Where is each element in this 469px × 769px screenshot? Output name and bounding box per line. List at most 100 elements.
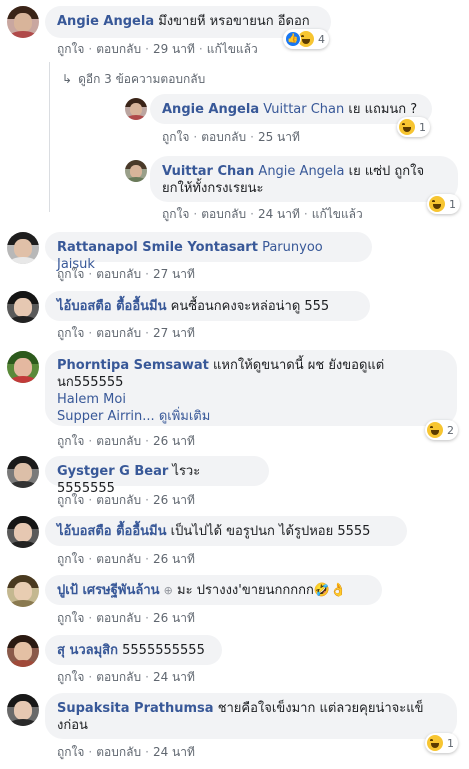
comment-bubble: ปูเป้ เศรษฐีพันล้าน ⊕ มะ ปรางงง'ขายนกกกก… <box>45 575 382 605</box>
reply-bubble: Vuittar Chan Angie Angela เย แซ่ป ถูกใจ … <box>150 156 458 202</box>
comment-author[interactable]: Rattanapol Smile Yontasart <box>57 240 258 255</box>
comment-bubble: สุ นวลมุสิก 5555555555 <box>45 635 222 665</box>
reply-arrow-icon: ↳ <box>62 72 73 86</box>
timestamp[interactable]: 29 นาที <box>153 42 195 56</box>
timestamp[interactable]: 27 นาที <box>153 326 195 340</box>
reaction-badge[interactable]: 1 <box>427 194 460 214</box>
avatar[interactable] <box>7 456 39 488</box>
avatar[interactable] <box>7 516 39 548</box>
mention-link[interactable]: Halem Moi <box>57 392 126 407</box>
reply-link[interactable]: ตอบกลับ <box>201 130 246 144</box>
comment-text-line2: ยกให้ทั้งกรงเรยนะ <box>162 181 264 196</box>
timestamp[interactable]: 24 นาที <box>258 207 300 221</box>
comment-author[interactable]: ไอ้บอสตือ ตื้ออื้นมีน <box>57 524 167 539</box>
reaction-badge[interactable]: 1 <box>425 733 458 753</box>
comment-text: 5555555555 <box>122 643 205 658</box>
reaction-badge[interactable]: 1 <box>397 117 430 137</box>
comment-text: คนซื้อนกคงจะหล่อน่าดู 555 <box>170 299 330 314</box>
like-link[interactable]: ถูกใจ <box>57 552 84 566</box>
comment-author[interactable]: Gystger G Bear <box>57 464 168 479</box>
comment-author[interactable]: Angie Angela <box>57 14 154 29</box>
like-link[interactable]: ถูกใจ <box>162 207 189 221</box>
timestamp[interactable]: 24 นาที <box>153 670 195 684</box>
edited-link[interactable]: แก้ไขแล้ว <box>207 42 258 56</box>
timestamp[interactable]: 26 นาที <box>153 552 195 566</box>
avatar[interactable] <box>7 232 39 264</box>
haha-icon <box>399 119 415 135</box>
comment-text: แหกให้ดูขนาดนี้ ผช ยังขอดูแต่ <box>213 358 385 373</box>
comment-text-line2: นก555555 <box>57 375 124 390</box>
avatar[interactable] <box>7 6 39 38</box>
reply-link[interactable]: ตอบกลับ <box>96 552 141 566</box>
reply-link[interactable]: ตอบกลับ <box>96 434 141 448</box>
like-link[interactable]: ถูกใจ <box>57 267 84 281</box>
reaction-badge[interactable]: 2 <box>425 420 458 440</box>
like-icon: 👍 <box>285 31 301 47</box>
timestamp[interactable]: 26 นาที <box>153 434 195 448</box>
comment-author[interactable]: Phorntipa Semsawat <box>57 358 209 373</box>
timestamp[interactable]: 26 นาที <box>153 611 195 625</box>
comment-text: ชายคือใจเข็งมาก แต่ลวยคุยน่าจะแข็ <box>217 701 424 716</box>
like-link[interactable]: ถูกใจ <box>57 42 84 56</box>
timestamp[interactable]: 24 นาที <box>153 745 195 759</box>
like-link[interactable]: ถูกใจ <box>57 326 84 340</box>
comment-bubble: ไอ้บอสตือ ตื้ออื้นมีน เป็นไปได้ ขอรูปนก … <box>45 516 407 546</box>
globe-icon: ⊕ <box>163 584 173 597</box>
timestamp[interactable]: 26 นาที <box>153 493 195 507</box>
reply-link[interactable]: ตอบกลับ <box>96 326 141 340</box>
avatar[interactable] <box>7 694 39 726</box>
reaction-badge[interactable]: 👍 4 <box>283 29 329 49</box>
reaction-count: 4 <box>318 32 325 46</box>
avatar[interactable] <box>125 98 147 120</box>
reply-link[interactable]: ตอบกลับ <box>96 745 141 759</box>
avatar[interactable] <box>7 351 39 383</box>
see-more-link[interactable]: ดูเพิ่มเติม <box>159 409 210 424</box>
reaction-count: 1 <box>449 197 456 211</box>
like-link[interactable]: ถูกใจ <box>57 434 84 448</box>
like-link[interactable]: ถูกใจ <box>162 130 189 144</box>
reply-link[interactable]: ตอบกลับ <box>201 207 246 221</box>
haha-icon <box>429 196 445 212</box>
reply-link[interactable]: ตอบกลับ <box>96 611 141 625</box>
reply-link[interactable]: ตอบกลับ <box>96 493 141 507</box>
comment-text: เป็นไปได้ ขอรูปนก ได้รูปหอย 5555 <box>170 524 371 539</box>
like-link[interactable]: ถูกใจ <box>57 493 84 507</box>
reaction-count: 1 <box>419 120 426 134</box>
timestamp[interactable]: 25 นาที <box>258 130 300 144</box>
reaction-count: 2 <box>447 423 454 437</box>
reply-link[interactable]: ตอบกลับ <box>96 670 141 684</box>
comment-author[interactable]: ไอ้บอสตือ ตื้ออื้นมีน <box>57 299 167 314</box>
like-link[interactable]: ถูกใจ <box>57 611 84 625</box>
comment-author[interactable]: ปูเป้ เศรษฐีพันล้าน <box>57 583 160 598</box>
more-replies-label[interactable]: ดูอีก 3 ข้อความตอบกลับ <box>78 72 205 86</box>
reply-bubble: Angie Angela Vuittar Chan เย แถมนก ? <box>150 94 432 124</box>
comment-author[interactable]: Supaksita Prathumsa <box>57 701 214 716</box>
comment-author[interactable]: Vuittar Chan <box>162 164 254 179</box>
comment-bubble: Rattanapol Smile Yontasart Parunyoo Jais… <box>45 232 372 272</box>
more-replies-link[interactable]: ↳ ดูอีก 3 ข้อความตอบกลับ <box>62 70 205 89</box>
mention-link[interactable]: Vuittar Chan <box>263 102 344 117</box>
mention-link[interactable]: Supper Airrin... <box>57 409 155 424</box>
comment-text: มึงขายหี หรอขายนก อีดอก <box>158 14 310 29</box>
haha-icon <box>427 735 443 751</box>
like-link[interactable]: ถูกใจ <box>57 745 84 759</box>
comment-bubble: Gystger G Bear ไรวะ 5555555 <box>45 456 269 496</box>
reply-link[interactable]: ตอบกลับ <box>96 267 141 281</box>
avatar[interactable] <box>125 160 147 182</box>
comment-author[interactable]: Angie Angela <box>162 102 259 117</box>
comment-text-line2: งก่อน <box>57 718 88 733</box>
comment-bubble: Phorntipa Semsawat แหกให้ดูขนาดนี้ ผช ยั… <box>45 350 457 426</box>
haha-icon <box>427 422 443 438</box>
reaction-count: 1 <box>447 736 454 750</box>
like-link[interactable]: ถูกใจ <box>57 670 84 684</box>
comment-text: มะ ปรางงง'ขายนกกกกก <box>177 583 314 598</box>
edited-link[interactable]: แก้ไขแล้ว <box>312 207 363 221</box>
avatar[interactable] <box>7 291 39 323</box>
timestamp[interactable]: 27 นาที <box>153 267 195 281</box>
mention-link[interactable]: Angie Angela <box>258 164 344 179</box>
avatar[interactable] <box>7 575 39 607</box>
comment-emoji: 🤣👌 <box>313 583 347 598</box>
comment-author[interactable]: สุ นวลมุสิก <box>57 643 118 658</box>
avatar[interactable] <box>7 635 39 667</box>
reply-link[interactable]: ตอบกลับ <box>96 42 141 56</box>
